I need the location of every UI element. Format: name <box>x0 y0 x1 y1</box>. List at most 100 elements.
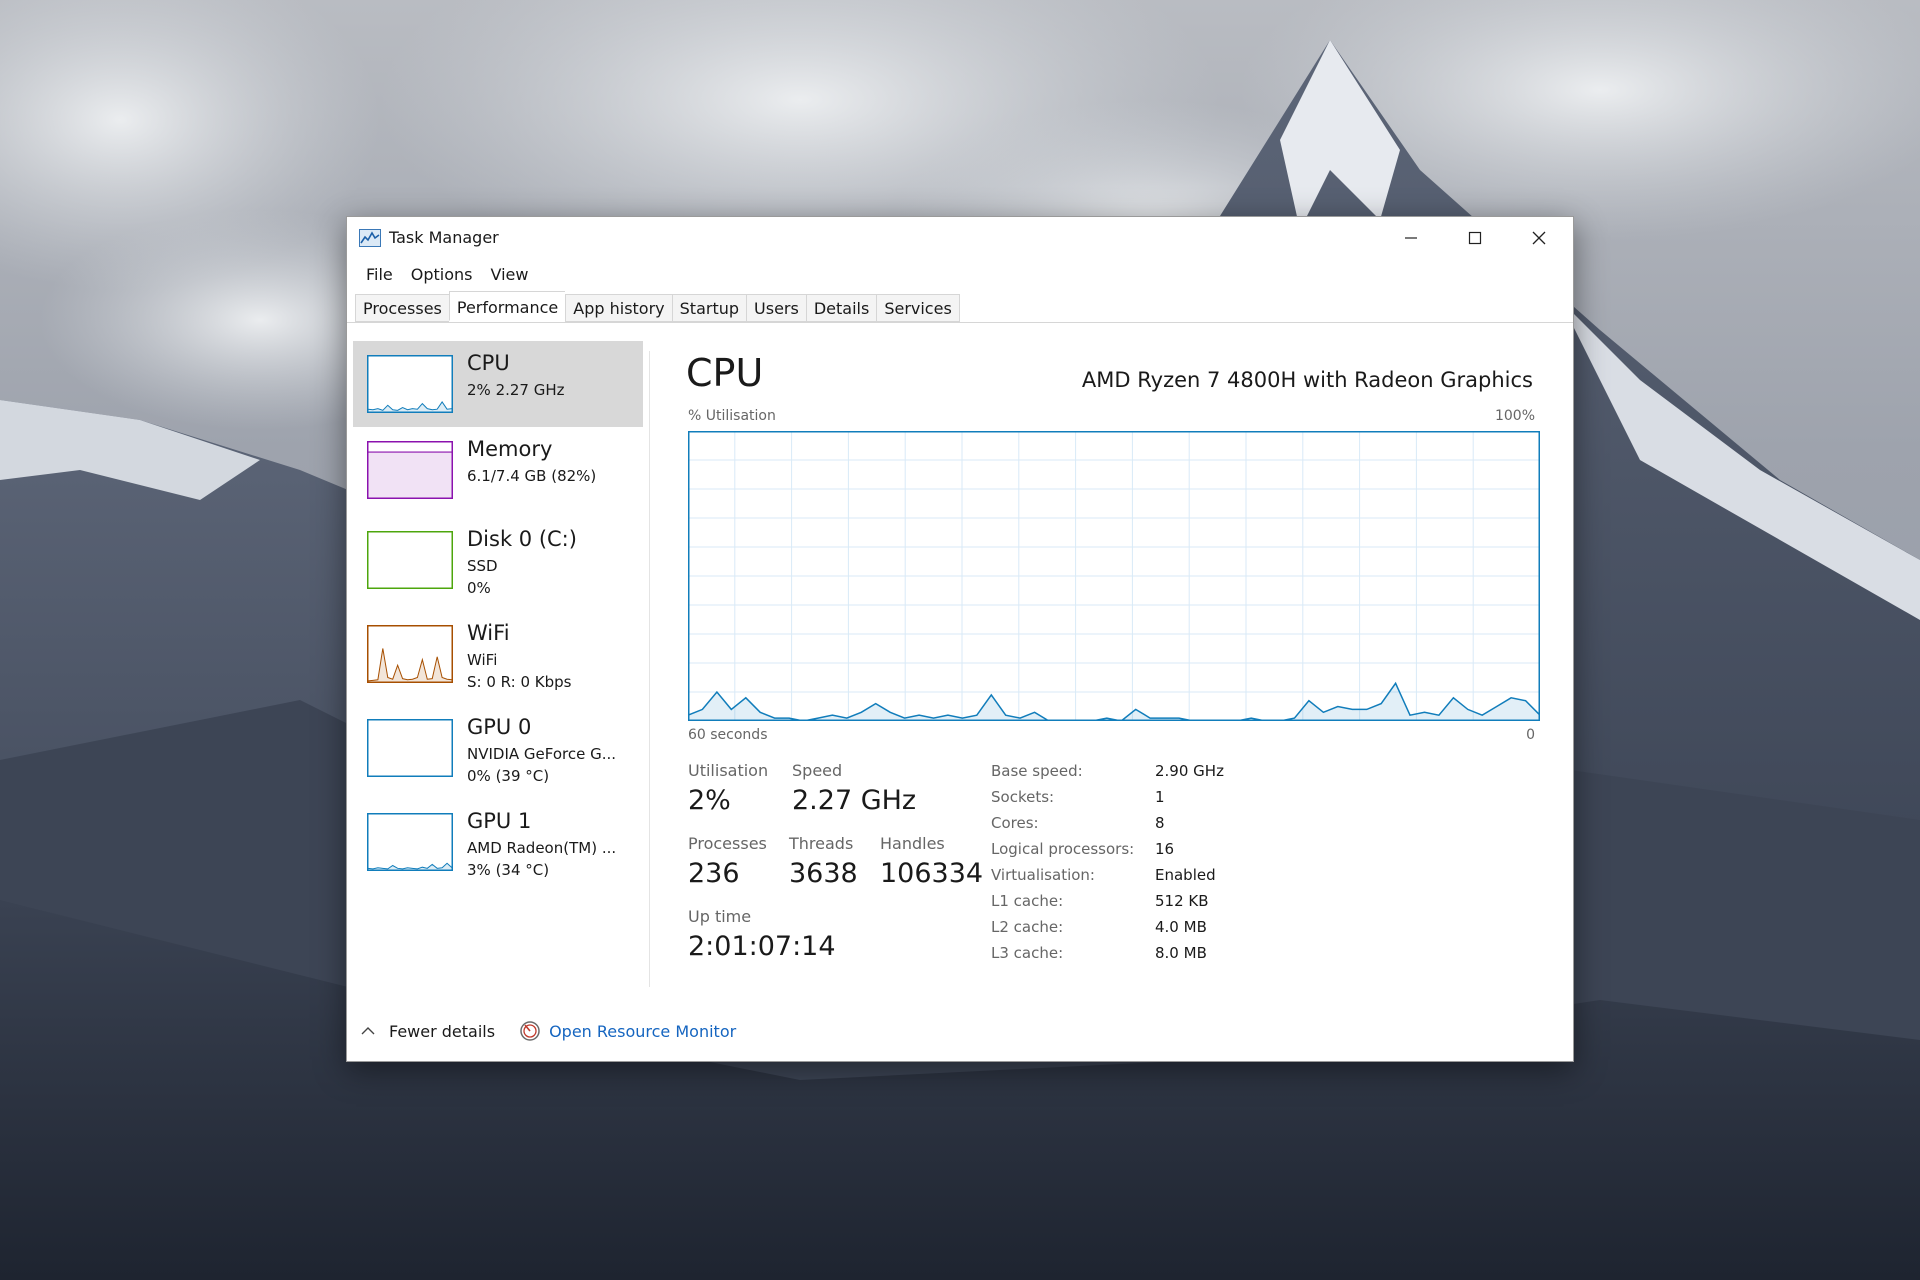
tab-app-history[interactable]: App history <box>565 294 672 322</box>
tab-startup[interactable]: Startup <box>671 294 747 322</box>
resource-list: CPU 2% 2.27 GHz Memory 6.1/7.4 GB (82%) … <box>353 341 643 889</box>
resource-detail: 6.1/7.4 GB (82%) <box>467 467 597 485</box>
utilisation-label: Utilisation <box>688 761 769 780</box>
memory-thumbnail-graph <box>367 441 453 499</box>
handles-label: Handles <box>880 834 945 853</box>
resource-item-memory[interactable]: Memory 6.1/7.4 GB (82%) <box>353 427 643 513</box>
resource-item-disk[interactable]: Disk 0 (C:) SSD 0% <box>353 513 643 607</box>
spec-label: L2 cache: <box>991 918 1064 936</box>
maximize-button[interactable] <box>1443 217 1507 259</box>
gpu0-thumbnail-graph <box>367 719 453 777</box>
minimize-icon <box>1405 237 1417 239</box>
gpu1-thumbnail-graph <box>367 813 453 871</box>
tab-users[interactable]: Users <box>746 294 806 322</box>
spec-value: 8.0 MB <box>1155 944 1207 962</box>
maximize-icon <box>1468 231 1482 245</box>
resource-item-gpu0[interactable]: GPU 0 NVIDIA GeForce G... 0% (39 °C) <box>353 701 643 795</box>
resource-name: WiFi <box>467 621 510 645</box>
open-resource-monitor-link[interactable]: Open Resource Monitor <box>519 1020 736 1042</box>
resource-name: Memory <box>467 437 553 461</box>
menu-file[interactable]: File <box>357 261 402 289</box>
resource-detail: 3% (34 °C) <box>467 861 550 879</box>
speed-value: 2.27 GHz <box>792 785 917 816</box>
tab-processes[interactable]: Processes <box>355 294 449 322</box>
uptime-label: Up time <box>688 907 752 926</box>
spec-value: 16 <box>1155 840 1175 858</box>
x-axis-label: 60 seconds <box>688 727 768 743</box>
tab-details[interactable]: Details <box>805 294 877 322</box>
resource-detail: SSD <box>467 557 498 575</box>
resource-detail: 0% (39 °C) <box>467 767 550 785</box>
handles-value: 106334 <box>880 858 984 889</box>
thumbnail-border <box>367 531 453 589</box>
window-title: Task Manager <box>389 228 499 247</box>
thumbnail-border <box>367 719 453 777</box>
chevron-up-icon <box>361 1027 375 1035</box>
utilisation-value: 2% <box>688 785 731 816</box>
resource-item-gpu1[interactable]: GPU 1 AMD Radeon(TM) ... 3% (34 °C) <box>353 795 643 889</box>
resource-item-wifi[interactable]: WiFi WiFi S: 0 R: 0 Kbps <box>353 607 643 701</box>
spec-label: Logical processors: <box>991 840 1135 858</box>
panel-divider <box>649 351 650 987</box>
resource-detail: 2% 2.27 GHz <box>467 381 565 399</box>
resource-name: GPU 1 <box>467 809 532 833</box>
resource-detail: S: 0 R: 0 Kbps <box>467 673 572 691</box>
cpu-thumbnail-graph <box>367 355 453 413</box>
fewer-details-label: Fewer details <box>389 1021 496 1041</box>
tab-strip: Processes Performance App history Startu… <box>355 291 960 322</box>
memory-fill <box>368 452 452 498</box>
resource-detail: WiFi <box>467 651 498 669</box>
spec-value: 1 <box>1155 788 1165 806</box>
spec-value: 512 KB <box>1155 892 1209 910</box>
tab-services[interactable]: Services <box>876 294 960 322</box>
uptime-value: 2:01:07:14 <box>688 931 836 962</box>
resource-item-cpu[interactable]: CPU 2% 2.27 GHz <box>353 341 643 427</box>
y-axis-max-label: 100% <box>1494 408 1535 424</box>
spec-value: 2.90 GHz <box>1155 762 1224 780</box>
thumbnail-line <box>367 862 453 870</box>
resource-name: Disk 0 (C:) <box>467 527 577 551</box>
close-icon <box>1532 231 1546 245</box>
menu-view[interactable]: View <box>482 261 538 289</box>
spec-label: L1 cache: <box>991 892 1064 910</box>
processes-value: 236 <box>688 858 740 889</box>
wifi-thumbnail-graph <box>367 625 453 683</box>
menu-bar: File Options View <box>347 261 537 289</box>
task-manager-window: Task Manager File Options View Processes… <box>346 216 1574 1062</box>
resource-detail: 0% <box>467 579 491 597</box>
tab-performance[interactable]: Performance <box>448 291 566 321</box>
spec-label: Cores: <box>991 814 1039 832</box>
threads-label: Threads <box>789 834 854 853</box>
spec-label: L3 cache: <box>991 944 1064 962</box>
y-axis-label: % Utilisation <box>688 408 776 424</box>
resource-name: CPU <box>467 351 510 375</box>
x-axis-min-label: 0 <box>1526 727 1535 743</box>
threads-value: 3638 <box>789 858 858 889</box>
resource-detail: AMD Radeon(TM) ... <box>467 839 617 857</box>
cpu-model-name: AMD Ryzen 7 4800H with Radeon Graphics <box>1081 368 1533 392</box>
spec-label: Virtualisation: <box>991 866 1095 884</box>
resource-detail: NVIDIA GeForce G... <box>467 745 617 763</box>
cpu-utilisation-graph <box>688 431 1540 721</box>
menu-options[interactable]: Options <box>402 261 482 289</box>
title-bar[interactable]: Task Manager <box>347 217 1573 259</box>
fewer-details-button[interactable]: Fewer details <box>361 1022 495 1041</box>
resource-monitor-icon <box>520 1021 540 1041</box>
tab-divider <box>347 322 1573 323</box>
minimize-button[interactable] <box>1379 217 1443 259</box>
open-resource-monitor-label: Open Resource Monitor <box>549 1021 737 1041</box>
detail-title: CPU <box>686 351 764 395</box>
close-button[interactable] <box>1507 217 1571 259</box>
spec-label: Sockets: <box>991 788 1055 806</box>
disk-thumbnail-graph <box>367 531 453 589</box>
spec-value: Enabled <box>1155 866 1216 884</box>
processes-label: Processes <box>688 834 767 853</box>
spec-value: 4.0 MB <box>1155 918 1207 936</box>
thumbnail-area <box>368 401 452 412</box>
spec-label: Base speed: <box>991 762 1083 780</box>
thumbnail-border <box>367 355 453 413</box>
thumbnail-area <box>368 863 452 870</box>
task-manager-icon <box>359 229 381 247</box>
resource-name: GPU 0 <box>467 715 532 739</box>
thumbnail-border <box>367 813 453 871</box>
